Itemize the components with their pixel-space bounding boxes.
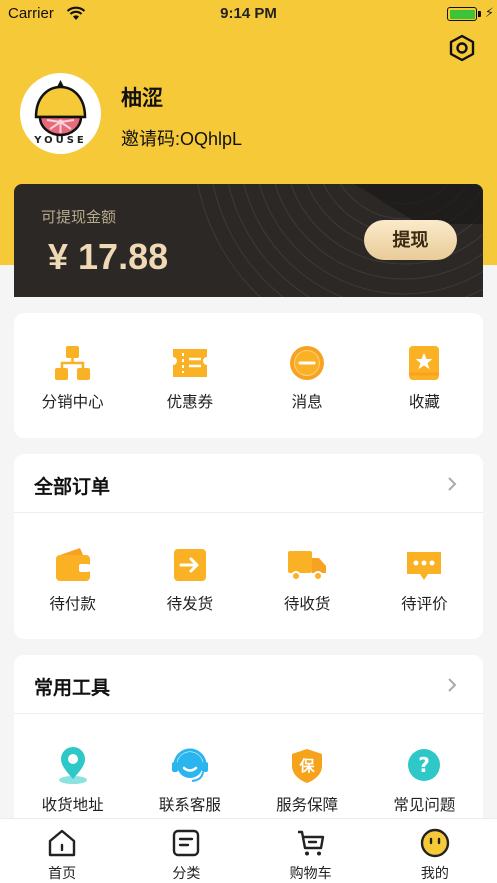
quick-item-favorite[interactable]: 收藏	[366, 343, 483, 433]
tools-card: 常用工具 收货地址 联系客服 保 服务保障 ? 常见问题	[14, 655, 483, 825]
order-item-label: 待收货	[283, 596, 331, 613]
balance-amount: ¥ 17.88	[48, 236, 169, 277]
location-icon	[58, 747, 87, 784]
question-icon: ?	[408, 749, 441, 781]
quick-item-coupon[interactable]: 优惠券	[131, 343, 248, 433]
svg-text:?: ?	[419, 753, 431, 777]
tab-bar: 首页 分类 购物车 我的	[0, 818, 497, 883]
quick-item-label: 收藏	[408, 394, 440, 411]
svg-text:保: 保	[299, 757, 316, 775]
chevron-right-icon	[448, 477, 457, 491]
username: 柚涩	[121, 87, 163, 110]
battery-icon	[447, 7, 477, 21]
category-icon	[173, 829, 200, 857]
tab-profile[interactable]: 我的	[373, 819, 497, 883]
message-icon	[290, 346, 325, 380]
order-item-pending-shipment[interactable]: 待发货	[131, 545, 248, 635]
tool-item-label: 收货地址	[41, 797, 104, 814]
status-bar: Carrier 9:14 PM ⚡	[0, 0, 497, 28]
quick-item-label: 优惠券	[166, 394, 214, 411]
tools-header[interactable]: 常用工具	[14, 655, 483, 714]
tab-label: 我的	[420, 865, 449, 881]
tools-title: 常用工具	[34, 678, 111, 699]
invite-code[interactable]: 邀请码:OQhlpL	[121, 125, 242, 151]
tab-label: 分类	[172, 865, 201, 881]
quick-item-label: 分销中心	[41, 394, 104, 411]
order-item-pending-review[interactable]: 待评价	[366, 545, 483, 635]
cart-icon	[297, 830, 324, 856]
chevron-right-icon	[448, 678, 457, 692]
order-item-pending-payment[interactable]: 待付款	[14, 545, 131, 635]
favorite-icon	[409, 346, 440, 380]
orders-card: 全部订单 待付款 待发货 待收货 待评价	[14, 454, 483, 639]
profile-face-icon	[420, 828, 450, 858]
tab-label: 购物车	[289, 865, 332, 881]
tool-item-label: 联系客服	[158, 797, 221, 814]
status-time: 9:14 PM	[220, 5, 277, 22]
home-icon	[48, 829, 76, 857]
shield-icon: 保	[292, 749, 323, 783]
order-item-label: 待发货	[166, 596, 214, 613]
balance-card: 可提现金额 ¥ 17.88 提现	[14, 184, 483, 297]
tab-category[interactable]: 分类	[124, 819, 248, 883]
wallet-icon	[55, 548, 90, 581]
battery-tip	[478, 11, 481, 17]
tab-home[interactable]: 首页	[0, 819, 124, 883]
distribution-icon	[54, 346, 90, 380]
order-item-pending-receipt[interactable]: 待收货	[249, 545, 366, 635]
tool-item-label: 常见问题	[393, 797, 456, 814]
tool-item-label: 服务保障	[276, 797, 339, 814]
quick-menu-card: 分销中心 优惠券 消息 收藏	[14, 313, 483, 438]
quick-item-label: 消息	[291, 394, 323, 411]
tab-cart[interactable]: 购物车	[249, 819, 373, 883]
avatar[interactable]: YOUSE	[20, 73, 101, 154]
order-item-label: 待付款	[49, 596, 96, 613]
quick-item-distribution[interactable]: 分销中心	[14, 343, 131, 433]
withdraw-button[interactable]: 提现	[364, 220, 457, 260]
avatar-logo-text: YOUSE	[34, 135, 87, 146]
balance-label: 可提现金额	[41, 209, 117, 226]
coupon-icon	[172, 349, 207, 377]
quick-item-message[interactable]: 消息	[249, 343, 366, 433]
order-item-label: 待评价	[401, 596, 448, 613]
charging-icon: ⚡	[484, 5, 494, 20]
settings-hex-icon[interactable]	[448, 34, 476, 62]
orders-header[interactable]: 全部订单	[14, 454, 483, 513]
truck-icon	[288, 551, 327, 581]
review-icon	[407, 552, 442, 580]
headset-icon	[171, 748, 208, 782]
orders-title: 全部订单	[34, 477, 111, 498]
tab-label: 首页	[48, 865, 77, 881]
ship-icon	[173, 549, 206, 581]
